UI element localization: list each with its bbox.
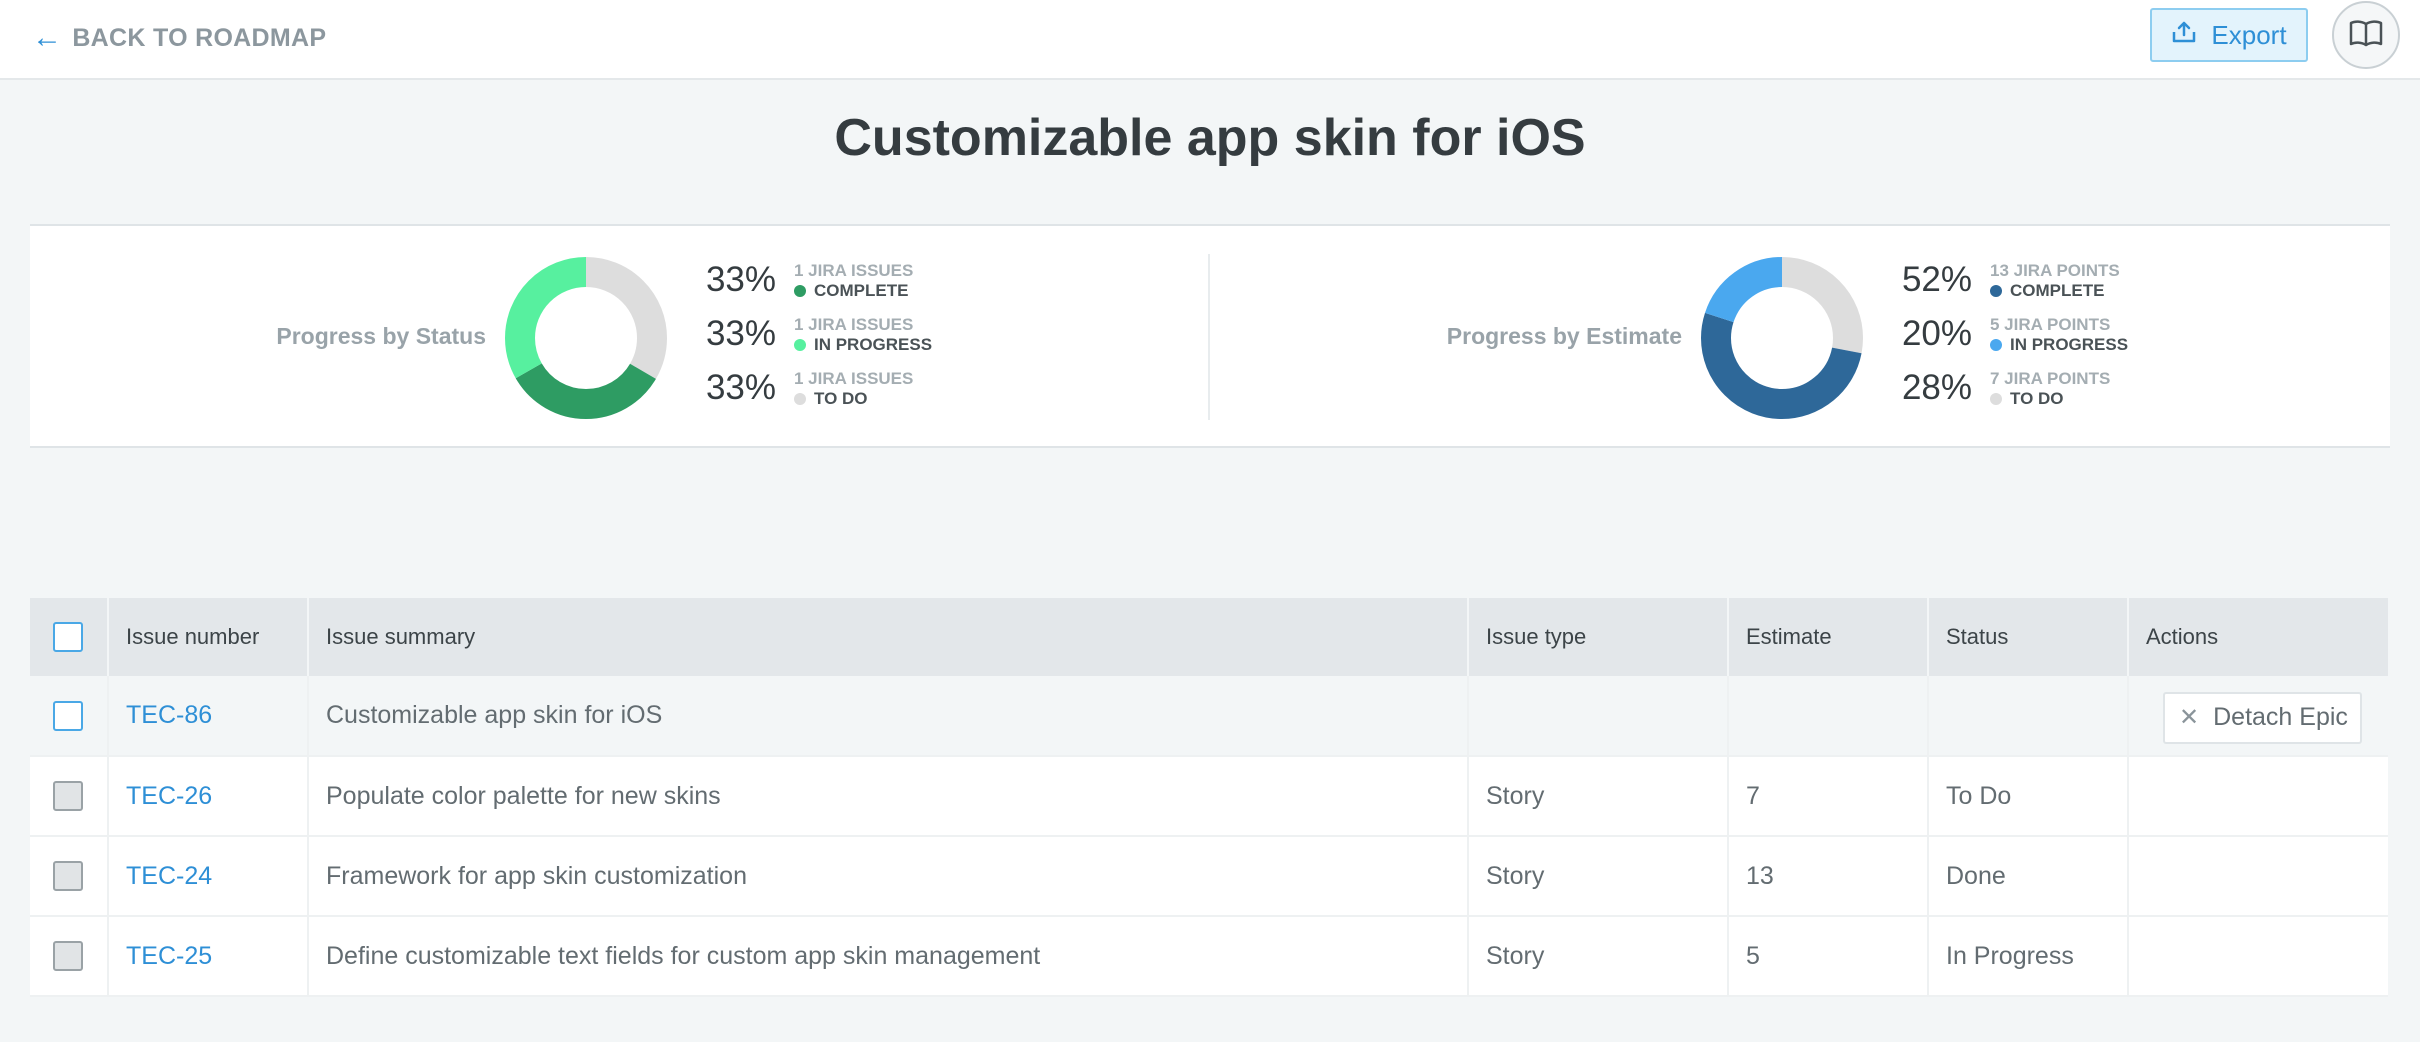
in-progress-dot-icon <box>794 339 806 351</box>
column-header-estimate[interactable]: Estimate <box>1728 598 1929 676</box>
arrow-left-icon: ← <box>32 21 63 54</box>
status-inprogress-legend: IN PROGRESS <box>794 335 932 355</box>
export-upload-icon <box>2171 20 2197 51</box>
row-checkbox[interactable] <box>53 941 83 972</box>
top-bar: ← BACK TO ROADMAP Export <box>0 0 2420 80</box>
row-checkbox[interactable] <box>53 700 83 731</box>
row-checkbox-cell <box>30 916 109 997</box>
estimate-cell: 7 <box>1728 756 1929 837</box>
actions-cell <box>2128 756 2388 837</box>
status-complete-count: 1 JIRA ISSUES <box>794 261 914 280</box>
complete-dot-icon <box>1990 285 2002 297</box>
estimate-inprogress-legend: IN PROGRESS <box>1990 335 2128 355</box>
issue-type-cell: Story <box>1468 916 1729 997</box>
estimate-complete-percent: 52% <box>1901 260 1972 299</box>
estimate-todo-count: 7 JIRA POINTS <box>1990 369 2111 388</box>
estimate-donut-chart <box>1701 257 1863 419</box>
table-header-row: Issue number Issue summary Issue type Es… <box>30 598 2388 676</box>
estimate-complete-count: 13 JIRA POINTS <box>1990 261 2120 280</box>
table-row: TEC-26 Populate color palette for new sk… <box>30 756 2388 837</box>
row-checkbox-cell <box>30 756 109 837</box>
estimate-inprogress-label: IN PROGRESS <box>2010 335 2129 354</box>
status-complete-label: COMPLETE <box>814 281 909 300</box>
column-header-status[interactable]: Status <box>1928 598 2129 676</box>
issue-link[interactable]: TEC-86 <box>126 701 212 729</box>
estimate-todo-label: TO DO <box>2010 389 2064 408</box>
complete-dot-icon <box>794 285 806 297</box>
estimate-cell <box>1728 676 1929 757</box>
actions-cell <box>2128 836 2388 917</box>
to-do-dot-icon <box>794 393 806 405</box>
row-checkbox[interactable] <box>53 861 83 892</box>
to-do-dot-icon <box>1990 393 2002 405</box>
issue-link[interactable]: TEC-24 <box>126 862 212 890</box>
issue-number-cell: TEC-25 <box>108 916 309 997</box>
table-row: TEC-24 Framework for app skin customizat… <box>30 836 2388 917</box>
status-inprogress-count: 1 JIRA ISSUES <box>794 315 914 334</box>
status-cell: Done <box>1928 836 2129 917</box>
estimate-inprogress-count: 5 JIRA POINTS <box>1990 315 2111 334</box>
page-title: Customizable app skin for iOS <box>834 109 1586 167</box>
progress-panel: Progress by Status 33% 1 JIRA ISSUES COM… <box>30 224 2390 448</box>
estimate-complete-label: COMPLETE <box>2010 281 2105 300</box>
in-progress-dot-icon <box>1990 339 2002 351</box>
status-complete-legend: COMPLETE <box>794 281 908 301</box>
column-header-issue-type[interactable]: Issue type <box>1468 598 1729 676</box>
column-header-issue-summary[interactable]: Issue summary <box>308 598 1469 676</box>
issue-link[interactable]: TEC-25 <box>126 942 212 970</box>
column-header-actions: Actions <box>2128 598 2388 676</box>
issue-summary-cell: Populate color palette for new skins <box>308 756 1469 837</box>
estimate-complete-legend: COMPLETE <box>1990 281 2104 301</box>
estimate-cell: 5 <box>1728 916 1929 997</box>
status-todo-legend: TO DO <box>794 389 868 409</box>
status-todo-count: 1 JIRA ISSUES <box>794 369 914 388</box>
close-icon: ✕ <box>2179 704 2200 731</box>
issue-type-cell: Story <box>1468 756 1729 837</box>
actions-cell <box>2128 916 2388 997</box>
select-all-checkbox[interactable] <box>53 622 83 652</box>
status-todo-label: TO DO <box>814 389 868 408</box>
progress-by-estimate-label: Progress by Estimate <box>1446 323 1682 349</box>
book-icon <box>2349 19 2383 52</box>
issues-table: Issue number Issue summary Issue type Es… <box>30 598 2388 997</box>
row-checkbox-cell <box>30 836 109 917</box>
status-inprogress-percent: 33% <box>705 314 776 353</box>
back-to-roadmap-label: BACK TO ROADMAP <box>72 23 327 52</box>
status-todo-percent: 33% <box>705 368 776 407</box>
issue-summary-cell: Customizable app skin for iOS <box>308 676 1469 757</box>
issue-number-cell: TEC-24 <box>108 836 309 917</box>
actions-cell: ✕ Detach Epic <box>2128 676 2388 757</box>
status-complete-percent: 33% <box>705 260 776 299</box>
export-label: Export <box>2211 19 2287 50</box>
table-row: TEC-86 Customizable app skin for iOS ✕ D… <box>30 676 2388 757</box>
estimate-cell: 13 <box>1728 836 1929 917</box>
status-cell: To Do <box>1928 756 2129 837</box>
status-donut-chart <box>505 257 667 419</box>
column-header-issue-number[interactable]: Issue number <box>108 598 309 676</box>
select-all-cell <box>30 598 109 676</box>
row-checkbox[interactable] <box>53 781 83 812</box>
book-button[interactable] <box>2332 1 2400 69</box>
issue-summary-cell: Framework for app skin customization <box>308 836 1469 917</box>
status-inprogress-label: IN PROGRESS <box>814 335 933 354</box>
estimate-todo-legend: TO DO <box>1990 389 2064 409</box>
status-cell <box>1928 676 2129 757</box>
detach-epic-button[interactable]: ✕ Detach Epic <box>2163 691 2362 744</box>
estimate-inprogress-percent: 20% <box>1901 314 1972 353</box>
export-button[interactable]: Export <box>2150 8 2308 62</box>
progress-by-status-label: Progress by Status <box>276 323 486 349</box>
issue-type-cell <box>1468 676 1729 757</box>
issue-number-cell: TEC-86 <box>108 676 309 757</box>
table-row: TEC-25 Define customizable text fields f… <box>30 916 2388 997</box>
back-to-roadmap-link[interactable]: ← BACK TO ROADMAP <box>32 20 326 56</box>
detach-epic-label: Detach Epic <box>2213 703 2348 731</box>
estimate-todo-percent: 28% <box>1901 368 1972 407</box>
issue-number-cell: TEC-26 <box>108 756 309 837</box>
status-cell: In Progress <box>1928 916 2129 997</box>
panel-divider <box>1208 254 1210 420</box>
row-checkbox-cell <box>30 676 109 757</box>
issue-summary-cell: Define customizable text fields for cust… <box>308 916 1469 997</box>
issue-link[interactable]: TEC-26 <box>126 782 212 810</box>
issue-type-cell: Story <box>1468 836 1729 917</box>
